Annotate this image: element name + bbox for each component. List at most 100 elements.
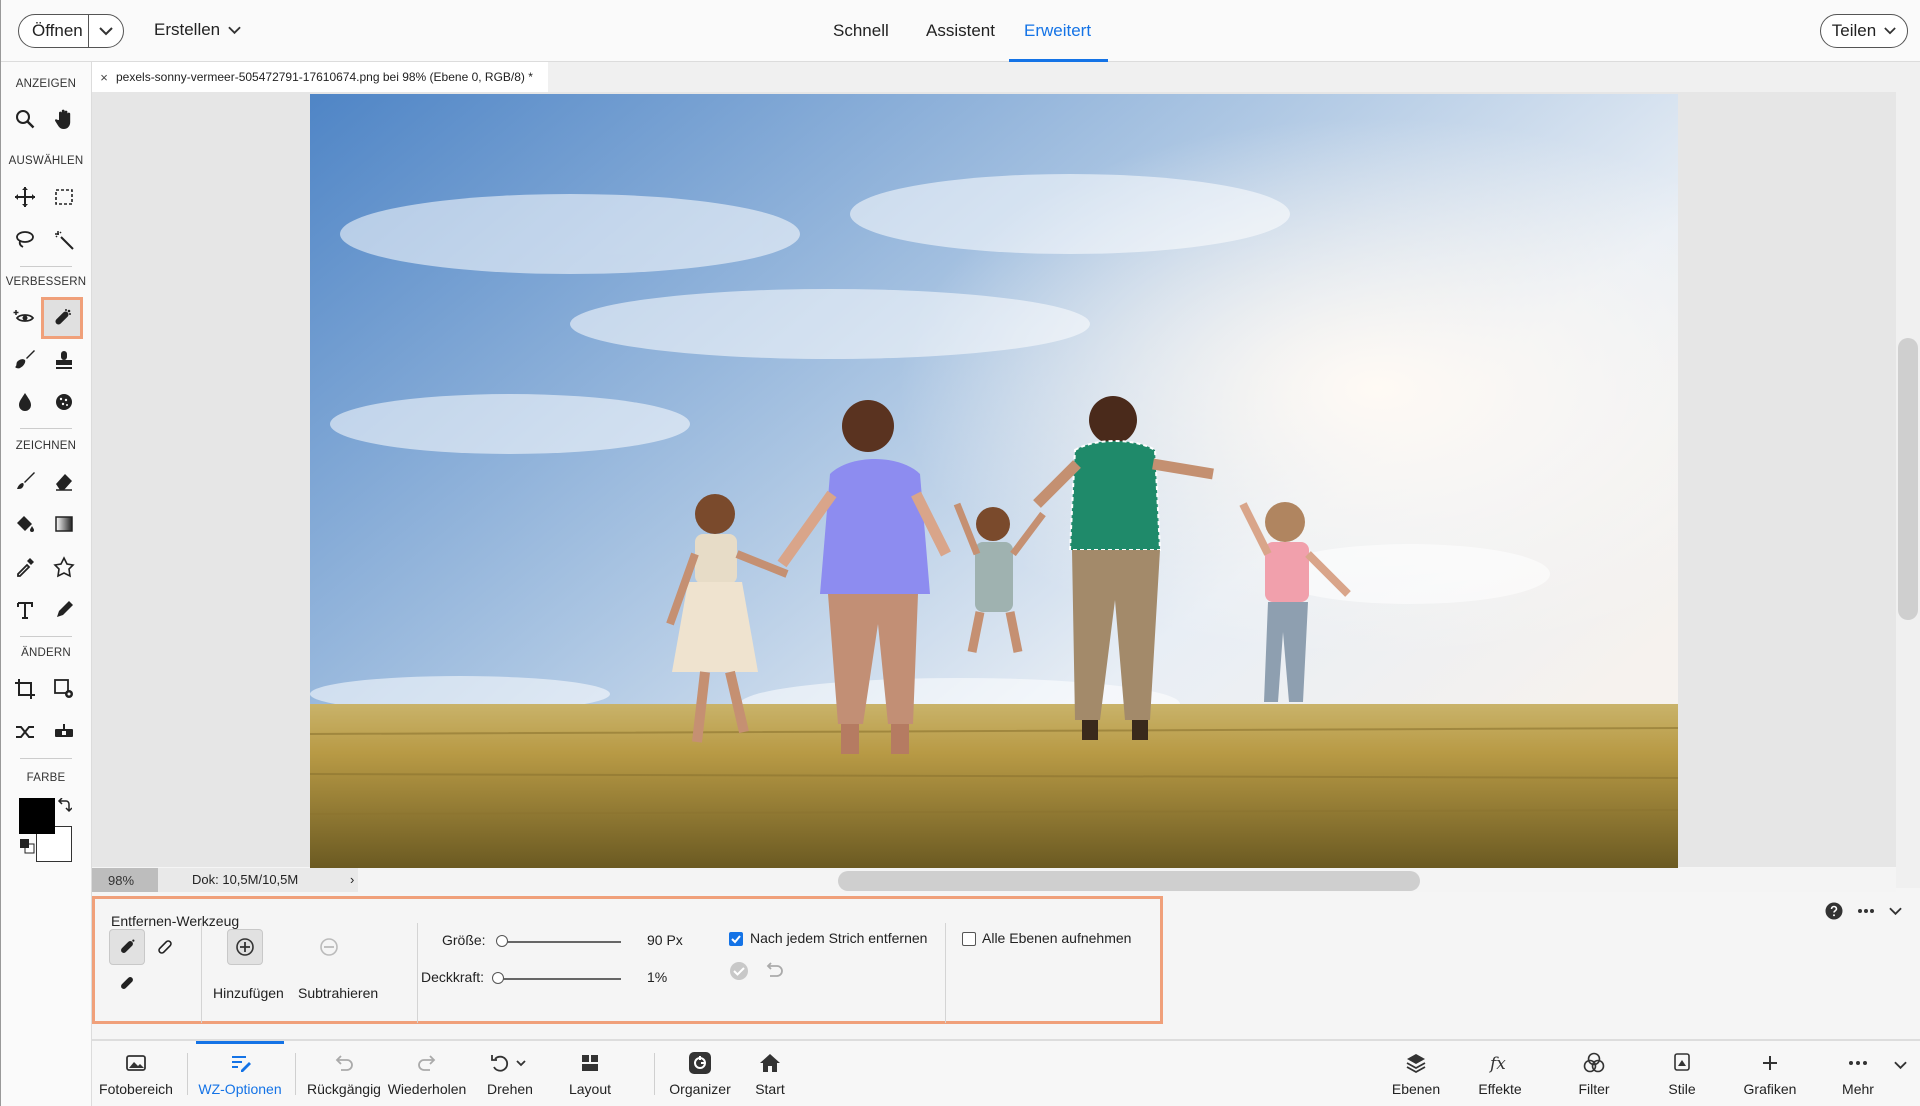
quick-selection-tool[interactable] bbox=[46, 222, 82, 258]
eyedropper-tool[interactable] bbox=[7, 549, 43, 585]
apply-check-icon[interactable] bbox=[729, 961, 749, 981]
remove-tool[interactable] bbox=[41, 297, 83, 339]
graphics-button[interactable]: Grafiken bbox=[1738, 1041, 1802, 1106]
level-icon bbox=[53, 721, 75, 743]
add-mode-button[interactable] bbox=[227, 929, 263, 965]
opacity-slider-knob[interactable] bbox=[492, 972, 504, 984]
fx-icon: fx bbox=[1488, 1051, 1512, 1075]
plus-icon bbox=[1761, 1051, 1779, 1075]
document-image[interactable] bbox=[310, 94, 1678, 868]
layers-button[interactable]: Ebenen bbox=[1384, 1041, 1448, 1106]
eye-icon bbox=[13, 307, 37, 329]
size-slider[interactable] bbox=[502, 941, 621, 943]
more-options-icon[interactable] bbox=[1857, 908, 1875, 914]
sample-all-layers-checkbox[interactable] bbox=[962, 932, 976, 946]
text-icon bbox=[15, 600, 35, 620]
type-tool[interactable] bbox=[7, 592, 43, 628]
remove-tool-variant[interactable] bbox=[109, 929, 145, 965]
bottom-bar: Fotobereich WZ-Optionen Rückgängig Wiede… bbox=[92, 1040, 1920, 1106]
tab-expert[interactable]: Erweitert bbox=[1024, 21, 1091, 41]
collapse-chevron-icon[interactable] bbox=[1889, 907, 1902, 916]
size-slider-knob[interactable] bbox=[496, 935, 508, 947]
shape-tool[interactable] bbox=[46, 549, 82, 585]
remove-after-stroke-checkbox[interactable] bbox=[729, 932, 743, 946]
layers-label: Ebenen bbox=[1391, 1081, 1441, 1097]
add-circle-icon bbox=[235, 937, 255, 957]
tool-options-highlight: Entfernen-Werkzeug Hinzufügen Subtrahier… bbox=[92, 896, 1163, 1024]
styles-button[interactable]: Stile bbox=[1654, 1041, 1710, 1106]
crop-tool[interactable] bbox=[7, 671, 43, 707]
create-button[interactable]: Erstellen bbox=[154, 20, 241, 40]
layout-icon bbox=[580, 1051, 600, 1075]
zoom-level[interactable]: 98% bbox=[92, 868, 158, 892]
rotate-icon bbox=[490, 1051, 530, 1075]
chevron-down-icon[interactable] bbox=[89, 26, 123, 36]
lasso-tool[interactable] bbox=[7, 222, 43, 258]
undo-button[interactable]: Rückgängig bbox=[304, 1041, 384, 1106]
open-button[interactable]: Öffnen bbox=[18, 14, 124, 48]
share-button[interactable]: Teilen bbox=[1820, 14, 1908, 48]
section-draw: ZEICHNEN bbox=[15, 440, 77, 452]
layout-button[interactable]: Layout bbox=[560, 1041, 620, 1106]
photo-bin-button[interactable]: Fotobereich bbox=[92, 1041, 180, 1106]
sponge-tool[interactable] bbox=[46, 384, 82, 420]
close-icon[interactable]: × bbox=[92, 70, 116, 85]
filter-icon bbox=[1583, 1051, 1605, 1075]
shuffle-icon bbox=[14, 721, 36, 743]
chevron-down-icon bbox=[228, 26, 241, 35]
effects-button[interactable]: fx Effekte bbox=[1468, 1041, 1532, 1106]
rotate-button[interactable]: Drehen bbox=[480, 1041, 540, 1106]
tab-guided[interactable]: Assistent bbox=[926, 21, 995, 41]
gradient-tool[interactable] bbox=[46, 506, 82, 542]
undo-icon bbox=[334, 1051, 354, 1075]
help-icon[interactable] bbox=[1825, 902, 1843, 920]
zoom-tool[interactable] bbox=[7, 101, 43, 137]
content-aware-move-tool[interactable] bbox=[7, 714, 43, 750]
clone-stamp-tool[interactable] bbox=[46, 342, 82, 378]
vertical-scroll-thumb[interactable] bbox=[1898, 338, 1918, 620]
eraser-tool[interactable] bbox=[46, 463, 82, 499]
marquee-tool[interactable] bbox=[46, 179, 82, 215]
default-colors-icon[interactable] bbox=[19, 838, 35, 854]
brush-tool[interactable] bbox=[7, 463, 43, 499]
styles-icon bbox=[1671, 1051, 1693, 1075]
recompose-tool[interactable] bbox=[46, 671, 82, 707]
paint-bucket-tool[interactable] bbox=[7, 506, 43, 542]
home-button[interactable]: Start bbox=[740, 1041, 800, 1106]
tab-quick[interactable]: Schnell bbox=[833, 21, 889, 41]
swap-colors-icon[interactable] bbox=[56, 798, 72, 814]
pencil-tool[interactable] bbox=[46, 592, 82, 628]
opacity-slider[interactable] bbox=[499, 978, 621, 980]
horizontal-scroll-thumb[interactable] bbox=[838, 871, 1420, 891]
home-icon bbox=[759, 1051, 781, 1075]
bucket-icon bbox=[14, 513, 36, 535]
red-eye-tool[interactable] bbox=[7, 300, 43, 336]
styles-label: Stile bbox=[1668, 1081, 1696, 1097]
blur-tool[interactable] bbox=[7, 384, 43, 420]
organizer-icon bbox=[688, 1051, 712, 1075]
tool-options-button[interactable]: WZ-Optionen bbox=[192, 1041, 288, 1106]
more-button[interactable]: Mehr bbox=[1830, 1041, 1886, 1106]
redo-button[interactable]: Wiederholen bbox=[384, 1041, 470, 1106]
straighten-tool[interactable] bbox=[46, 714, 82, 750]
share-label: Teilen bbox=[1831, 21, 1877, 40]
reset-icon[interactable] bbox=[764, 962, 784, 980]
move-tool[interactable] bbox=[7, 179, 43, 215]
effects-label: Effekte bbox=[1478, 1081, 1522, 1097]
smart-brush-tool[interactable] bbox=[7, 342, 43, 378]
bandage-icon bbox=[117, 937, 137, 957]
hand-tool[interactable] bbox=[46, 101, 82, 137]
organizer-button[interactable]: Organizer bbox=[662, 1041, 738, 1106]
foreground-color-swatch[interactable] bbox=[19, 798, 55, 834]
spot-healing-variant[interactable] bbox=[147, 929, 183, 965]
tools-panel: ANZEIGEN AUSWÄHLEN VERBESSERN ZEICHNEN Ä… bbox=[0, 62, 92, 1106]
document-tab[interactable]: × pexels-sonny-vermeer-505472791-1761067… bbox=[92, 62, 548, 92]
status-info-chevron-icon[interactable]: › bbox=[350, 872, 354, 887]
subtract-mode-label: Subtrahieren bbox=[298, 985, 379, 1001]
filters-button[interactable]: Filter bbox=[1564, 1041, 1624, 1106]
healing-brush-variant[interactable] bbox=[109, 965, 145, 1001]
subtract-mode-button[interactable] bbox=[311, 929, 347, 965]
bottom-chevron-down-icon[interactable] bbox=[1894, 1061, 1907, 1070]
section-enhance: VERBESSERN bbox=[5, 276, 87, 288]
section-select: AUSWÄHLEN bbox=[8, 155, 84, 167]
